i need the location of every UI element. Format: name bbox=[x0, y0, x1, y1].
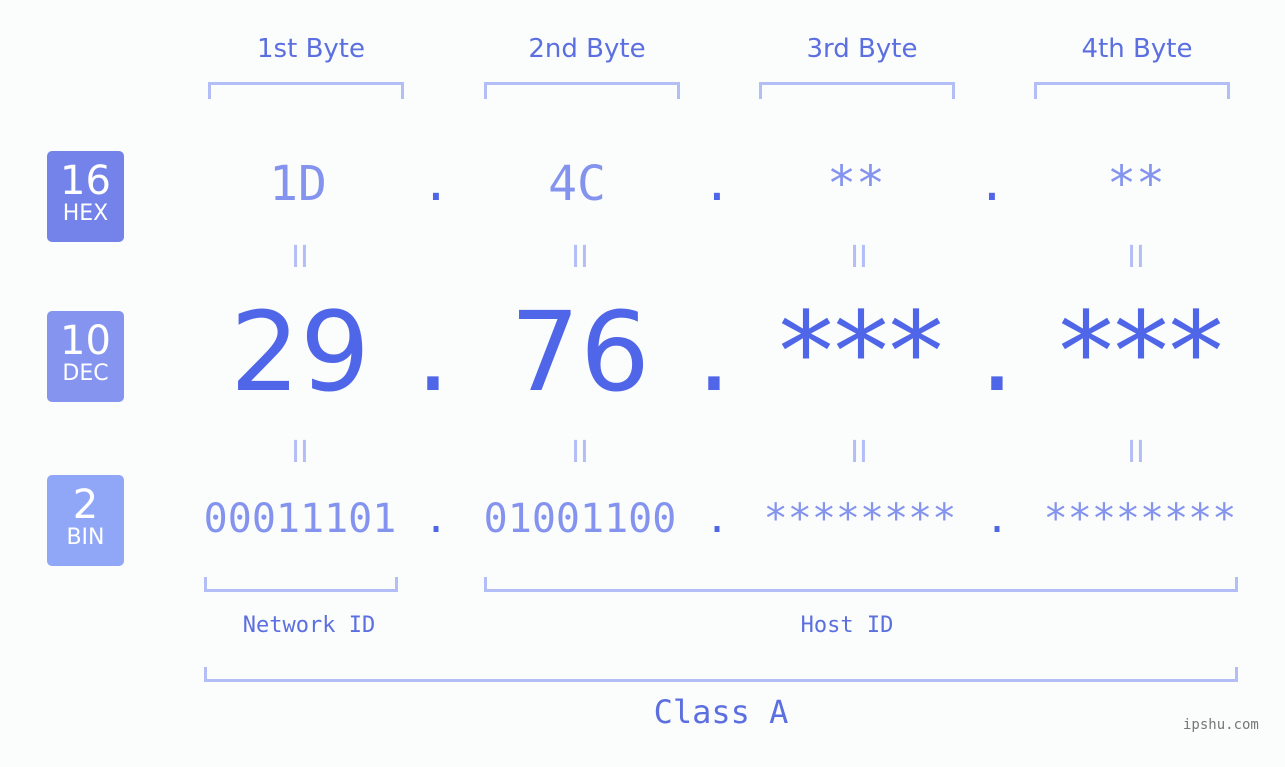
hex-byte-4: ** bbox=[1107, 156, 1165, 212]
equals-sign: II bbox=[571, 240, 589, 275]
equals-sign: II bbox=[850, 435, 868, 470]
byte-bracket-2 bbox=[484, 82, 680, 99]
byte-header-2: 2nd Byte bbox=[528, 34, 646, 64]
bin-byte-2: 01001100 bbox=[483, 496, 677, 542]
byte-bracket-4 bbox=[1034, 82, 1230, 99]
bin-byte-4: ******** bbox=[1043, 496, 1237, 542]
network-id-label: Network ID bbox=[242, 613, 376, 638]
bin-badge-number: 2 bbox=[72, 482, 99, 528]
hex-byte-2: 4C bbox=[548, 156, 606, 212]
dec-byte-3: *** bbox=[778, 288, 944, 416]
equals-sign: II bbox=[571, 435, 589, 470]
equals-sign: II bbox=[1127, 435, 1145, 470]
dec-byte-4: *** bbox=[1058, 288, 1224, 416]
class-bracket bbox=[204, 667, 1238, 682]
host-id-bracket bbox=[484, 577, 1238, 592]
byte-bracket-3 bbox=[759, 82, 955, 99]
bin-badge-label: BIN bbox=[66, 525, 105, 550]
hex-badge-label: HEX bbox=[62, 201, 109, 226]
hex-byte-3: ** bbox=[827, 156, 885, 212]
equals-sign: II bbox=[850, 240, 868, 275]
dec-badge-label: DEC bbox=[62, 361, 109, 386]
bin-byte-1: 00011101 bbox=[203, 496, 397, 542]
byte-header-1: 1st Byte bbox=[257, 34, 365, 64]
byte-header-3: 3rd Byte bbox=[806, 34, 918, 64]
dec-badge-number: 10 bbox=[60, 318, 111, 364]
hex-dot-2: . bbox=[702, 156, 732, 212]
bin-badge: 2 BIN bbox=[47, 475, 124, 566]
hex-dot-3: . bbox=[977, 156, 1007, 212]
network-id-bracket bbox=[204, 577, 398, 592]
hex-badge: 16 HEX bbox=[47, 151, 124, 242]
hex-byte-1: 1D bbox=[269, 156, 327, 212]
equals-sign: II bbox=[1127, 240, 1145, 275]
byte-bracket-1 bbox=[208, 82, 404, 99]
byte-header-4: 4th Byte bbox=[1081, 34, 1193, 64]
hex-badge-number: 16 bbox=[60, 158, 111, 204]
hex-dot-1: . bbox=[421, 156, 451, 212]
equals-sign: II bbox=[291, 240, 309, 275]
dec-badge: 10 DEC bbox=[47, 311, 124, 402]
bin-byte-3: ******** bbox=[763, 496, 957, 542]
watermark: ipshu.com bbox=[1183, 717, 1259, 733]
class-label: Class A bbox=[653, 693, 789, 731]
equals-sign: II bbox=[291, 435, 309, 470]
host-id-label: Host ID bbox=[800, 613, 894, 638]
